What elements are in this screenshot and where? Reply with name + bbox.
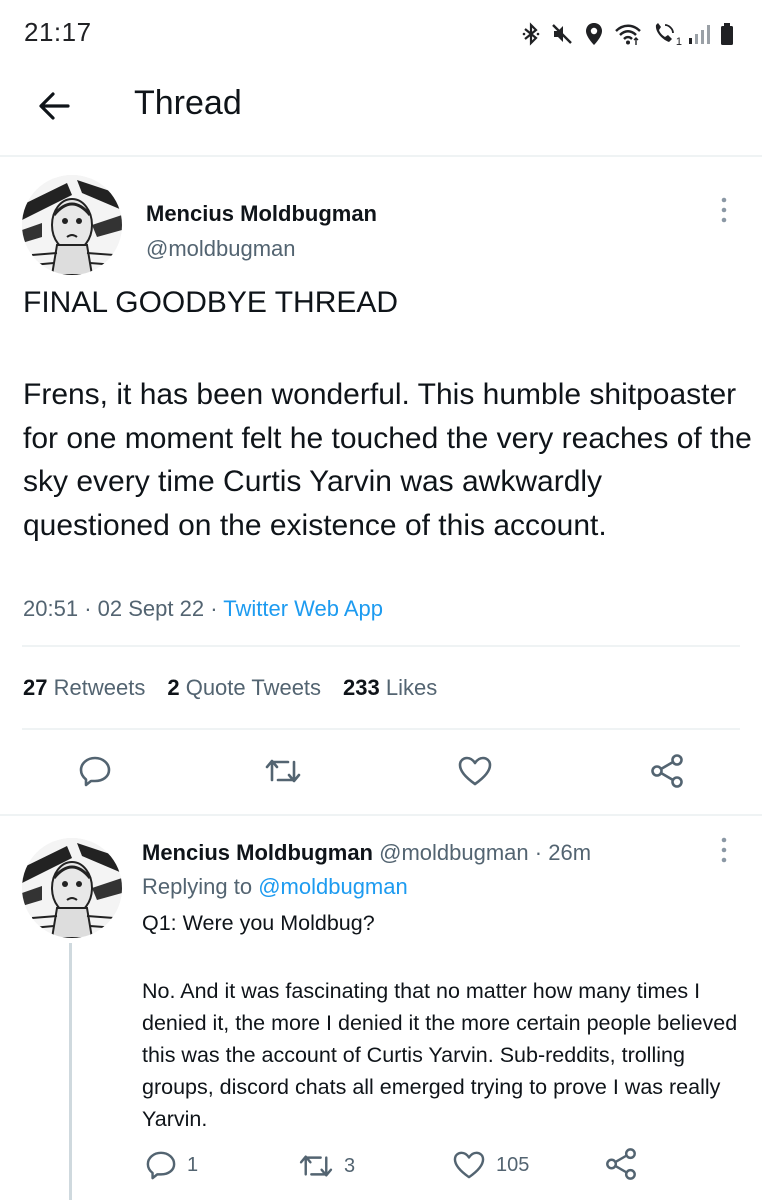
retweet-icon [299,1155,333,1177]
wifi-icon [615,24,641,45]
heart-icon [453,1151,485,1179]
battery-icon [721,23,733,45]
call-badge: 1 [675,36,682,48]
bluetooth-icon [522,22,540,46]
arrow-left-icon [39,92,70,120]
quotes-label: Quote Tweets [185,675,322,700]
reply-text: No. And it was fascinating that no matte… [142,979,738,1131]
reply-share-button[interactable] [604,1147,638,1181]
reply-question: Q1: Were you Moldbug? [142,911,375,935]
likes-stat[interactable]: 233 Likes [343,675,437,701]
quotes-stat[interactable]: 2 Quote Tweets [167,675,321,701]
meta-separator: · [534,840,543,865]
mute-icon [552,24,572,44]
tweet-text: Frens, it has been wonderful. This humbl… [23,378,752,542]
status-time: 21:17 [24,17,92,47]
reply-icon [146,1151,176,1180]
retweets-stat[interactable]: 27 Retweets [23,675,145,701]
more-vertical-icon [721,837,727,863]
reply-like-button[interactable]: 105 [452,1150,529,1180]
status-icons: 1 [522,20,734,48]
like-button[interactable] [451,747,499,795]
retweet-button[interactable] [259,747,307,795]
reply-avatar[interactable] [22,838,122,938]
reply-count: 1 [187,1153,199,1176]
reply-author-handle[interactable]: @moldbugman [379,840,529,865]
more-options-button[interactable] [714,195,734,225]
retweets-count: 27 [23,675,48,700]
header-divider [0,155,762,157]
reply-like-count: 105 [496,1153,530,1176]
reply-retweet-count: 3 [344,1154,356,1177]
reply-more-options-button[interactable] [714,835,734,865]
retweet-icon [265,759,301,783]
reply-icon [79,756,111,787]
heart-icon [458,756,492,786]
stats-divider [22,728,740,730]
tweet-date: 02 Sept 22 [97,596,205,621]
meta-separator: · [210,596,224,621]
reply-age: 26m [548,840,592,865]
reply-button[interactable] [71,747,119,795]
meta-divider [22,645,740,647]
retweets-label: Retweets [53,675,146,700]
quotes-count: 2 [167,675,180,700]
tweet-source-link[interactable]: Twitter Web App [223,596,383,621]
location-icon [586,23,602,45]
avatar-image [22,175,122,275]
replying-to-handle-link[interactable]: @moldbugman [258,874,408,899]
more-vertical-icon [721,197,727,223]
tweet-title: FINAL GOODBYE THREAD [23,286,399,319]
call-icon: 1 [652,22,682,48]
meta-separator: · [84,596,98,621]
author-name[interactable]: Mencius Moldbugman [146,201,377,227]
reply-author-name[interactable]: Mencius Moldbugman [142,840,373,865]
page-title: Thread [134,84,242,122]
reply-header: Mencius Moldbugman @moldbugman · 26m [142,840,591,866]
tweet-time: 20:51 [23,596,79,621]
share-button[interactable] [643,747,691,795]
likes-count: 233 [343,675,380,700]
replying-to-label: Replying to [142,874,253,899]
reply-reply-button[interactable]: 1 [145,1150,198,1180]
likes-label: Likes [385,675,438,700]
share-icon [606,1148,636,1180]
thread-connector-line [69,943,72,1200]
tweet-meta: 20:51 · 02 Sept 22 · Twitter Web App [23,596,383,622]
author-handle[interactable]: @moldbugman [146,236,296,262]
reply-retweet-button[interactable]: 3 [298,1152,355,1180]
replying-to: Replying to @moldbugman [142,874,408,900]
back-button[interactable] [32,84,76,128]
avatar[interactable] [22,175,122,275]
signal-icon [689,25,710,44]
tweet-stats: 27 Retweets 2 Quote Tweets 233 Likes [23,675,437,701]
share-icon [651,754,683,788]
tweet-divider [0,814,762,816]
avatar-image [22,838,122,938]
